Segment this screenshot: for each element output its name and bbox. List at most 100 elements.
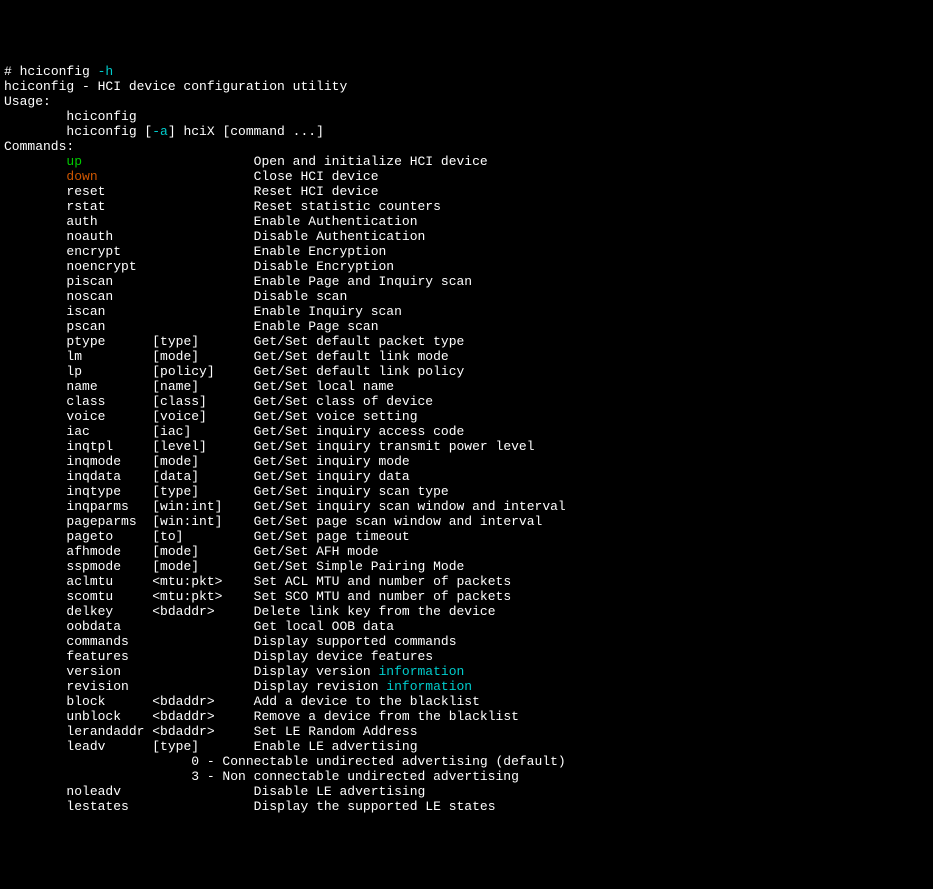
command-desc: Display the supported LE states [254,799,496,814]
command-desc: Remove a device from the blacklist [254,709,519,724]
command-name: down [66,169,152,184]
command-arg [152,259,253,274]
command-arg: [to] [152,529,253,544]
command-desc: Get/Set inquiry mode [254,454,410,469]
command-name: reset [66,184,152,199]
command-line: version Display version information [4,664,929,679]
usage-line-1: hciconfig [4,109,929,124]
command-desc: Disable LE advertising [254,784,426,799]
command-arg: [iac] [152,424,253,439]
command-desc: Display version information [254,664,465,679]
prompt-hash: # [4,64,20,79]
command-name: delkey [66,604,152,619]
info-word: information [386,679,472,694]
command-arg: <mtu:pkt> [152,574,253,589]
terminal-output: # hciconfig -hhciconfig - HCI device con… [4,64,929,814]
flag-a: -a [152,124,168,139]
command-arg: <bdaddr> [152,724,253,739]
command-name: inqtype [66,484,152,499]
command-desc: Set LE Random Address [254,724,418,739]
command-name: name [66,379,152,394]
command-line: sspmode [mode] Get/Set Simple Pairing Mo… [4,559,929,574]
command-name: inqmode [66,454,152,469]
command-desc: Open and initialize HCI device [254,154,488,169]
command-name: commands [66,634,152,649]
command-arg: <bdaddr> [152,604,253,619]
command-name: afhmode [66,544,152,559]
command-arg [152,649,253,664]
tool-title: hciconfig - HCI device configuration uti… [4,79,929,94]
command-desc: Get/Set inquiry access code [254,424,465,439]
prompt-line: # hciconfig -h [4,64,929,79]
command-desc: Get local OOB data [254,619,394,634]
command-desc: Reset HCI device [254,184,379,199]
command-line: afhmode [mode] Get/Set AFH mode [4,544,929,559]
command-desc: Display supported commands [254,634,457,649]
command-arg [152,184,253,199]
command-name: iscan [66,304,152,319]
command-line: voice [voice] Get/Set voice setting [4,409,929,424]
command-desc: Delete link key from the device [254,604,496,619]
command-desc: Get/Set page timeout [254,529,410,544]
prompt-flag: -h [98,64,114,79]
command-arg: <mtu:pkt> [152,589,253,604]
command-arg: [voice] [152,409,253,424]
command-name: noauth [66,229,152,244]
command-name: inqparms [66,499,152,514]
info-word: information [379,664,465,679]
command-line: noscan Disable scan [4,289,929,304]
command-desc: Get/Set class of device [254,394,433,409]
command-arg [152,229,253,244]
command-name: encrypt [66,244,152,259]
command-desc: Get/Set voice setting [254,409,418,424]
commands-label: Commands: [4,139,929,154]
command-line: reset Reset HCI device [4,184,929,199]
command-name: voice [66,409,152,424]
command-line: inqtype [type] Get/Set inquiry scan type [4,484,929,499]
command-name: lm [66,349,152,364]
command-desc: Disable Encryption [254,259,394,274]
command-desc: Get/Set inquiry scan type [254,484,449,499]
command-arg: [level] [152,439,253,454]
command-line: leadv [type] Enable LE advertising [4,739,929,754]
command-line: aclmtu <mtu:pkt> Set ACL MTU and number … [4,574,929,589]
command-line: up Open and initialize HCI device [4,154,929,169]
command-name: iac [66,424,152,439]
command-line: pageparms [win:int] Get/Set page scan wi… [4,514,929,529]
usage-label: Usage: [4,94,929,109]
command-desc: Enable LE advertising [254,739,418,754]
command-desc: Disable Authentication [254,229,426,244]
command-line: pscan Enable Page scan [4,319,929,334]
command-desc: Get/Set local name [254,379,394,394]
command-line: pageto [to] Get/Set page timeout [4,529,929,544]
command-line: inqparms [win:int] Get/Set inquiry scan … [4,499,929,514]
command-desc: Get/Set default link policy [254,364,465,379]
command-name: lestates [66,799,152,814]
command-arg [152,784,253,799]
command-name: version [66,664,152,679]
command-line: noleadv Disable LE advertising [4,784,929,799]
command-arg [152,289,253,304]
command-arg: [win:int] [152,499,253,514]
command-name: ptype [66,334,152,349]
command-name: revision [66,679,152,694]
command-arg: <bdaddr> [152,694,253,709]
command-arg: [policy] [152,364,253,379]
usage-line-2: hciconfig [-a] hciX [command ...] [4,124,929,139]
command-desc: Display device features [254,649,433,664]
command-name: scomtu [66,589,152,604]
command-desc: Get/Set default packet type [254,334,465,349]
command-arg [152,304,253,319]
command-line: down Close HCI device [4,169,929,184]
command-arg: [mode] [152,544,253,559]
command-name: features [66,649,152,664]
command-arg [152,799,253,814]
command-desc: Enable Authentication [254,214,418,229]
command-name: inqtpl [66,439,152,454]
command-arg [152,679,253,694]
command-desc: Get/Set inquiry data [254,469,410,484]
command-arg: [data] [152,469,253,484]
command-line: iac [iac] Get/Set inquiry access code [4,424,929,439]
command-line: delkey <bdaddr> Delete link key from the… [4,604,929,619]
command-line: lerandaddr <bdaddr> Set LE Random Addres… [4,724,929,739]
